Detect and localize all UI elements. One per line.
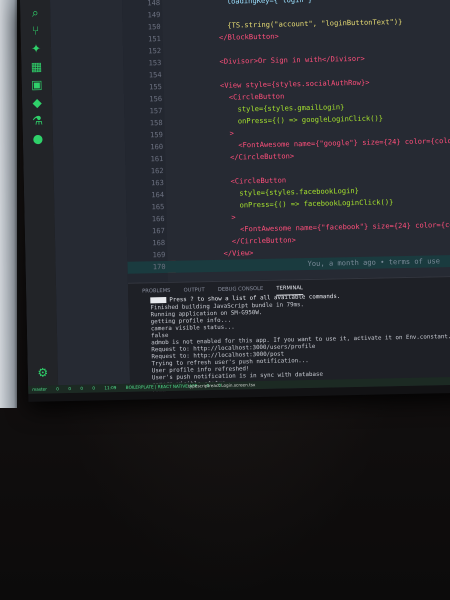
settings-gear-icon[interactable]: ⚙ [36, 365, 50, 379]
vscode-window: ⌕ ⑂ ✦ ▦ ▣ ◆ ⚗ ● ⚙ 148 loadingKey={"login… [20, 0, 450, 394]
code-editor[interactable]: 148 loadingKey={"login"} 149 150 {TS.str… [121, 0, 450, 283]
side-monitor [0, 0, 20, 408]
git-blame-annotation: You, a month ago • terms of use [307, 256, 441, 269]
source-control-icon[interactable]: ◆ [30, 96, 44, 110]
tab-problems[interactable]: PROBLEMS [142, 285, 171, 298]
search-icon[interactable]: ⌕ [28, 6, 42, 20]
extensions-icon[interactable]: ▦ [29, 60, 43, 74]
warnings-count[interactable]: 0 [80, 385, 83, 393]
branch-status[interactable]: master [32, 386, 47, 394]
cursor-position[interactable]: 11:09 [104, 384, 116, 392]
bottom-panel: PROBLEMS OUTPUT DEBUG CONSOLE TERMINAL P… [127, 275, 450, 394]
account-icon[interactable]: ● [31, 132, 45, 146]
explorer-sidebar [49, 0, 132, 386]
flask-icon[interactable]: ⚗ [30, 114, 44, 128]
redacted-box [150, 297, 167, 304]
workspace-name[interactable]: BOILERPLATE | REACT NATIVE APP [126, 382, 198, 391]
language-mode[interactable]: typescriptreact Login.screen.tsx [188, 381, 255, 390]
sync-status[interactable]: 0 [56, 385, 59, 393]
errors-count[interactable]: 0 [68, 385, 71, 393]
info-count[interactable]: 0 [92, 385, 95, 393]
tab-debug-console[interactable]: DEBUG CONSOLE [218, 283, 264, 296]
git-branch-icon[interactable]: ⑂ [29, 24, 43, 38]
tab-output[interactable]: OUTPUT [183, 284, 204, 296]
folder-icon[interactable]: ▣ [30, 78, 44, 92]
debug-icon[interactable]: ✦ [29, 42, 43, 56]
monitor: ⌕ ⑂ ✦ ▦ ▣ ◆ ⚗ ● ⚙ 148 loadingKey={"login… [20, 0, 450, 402]
